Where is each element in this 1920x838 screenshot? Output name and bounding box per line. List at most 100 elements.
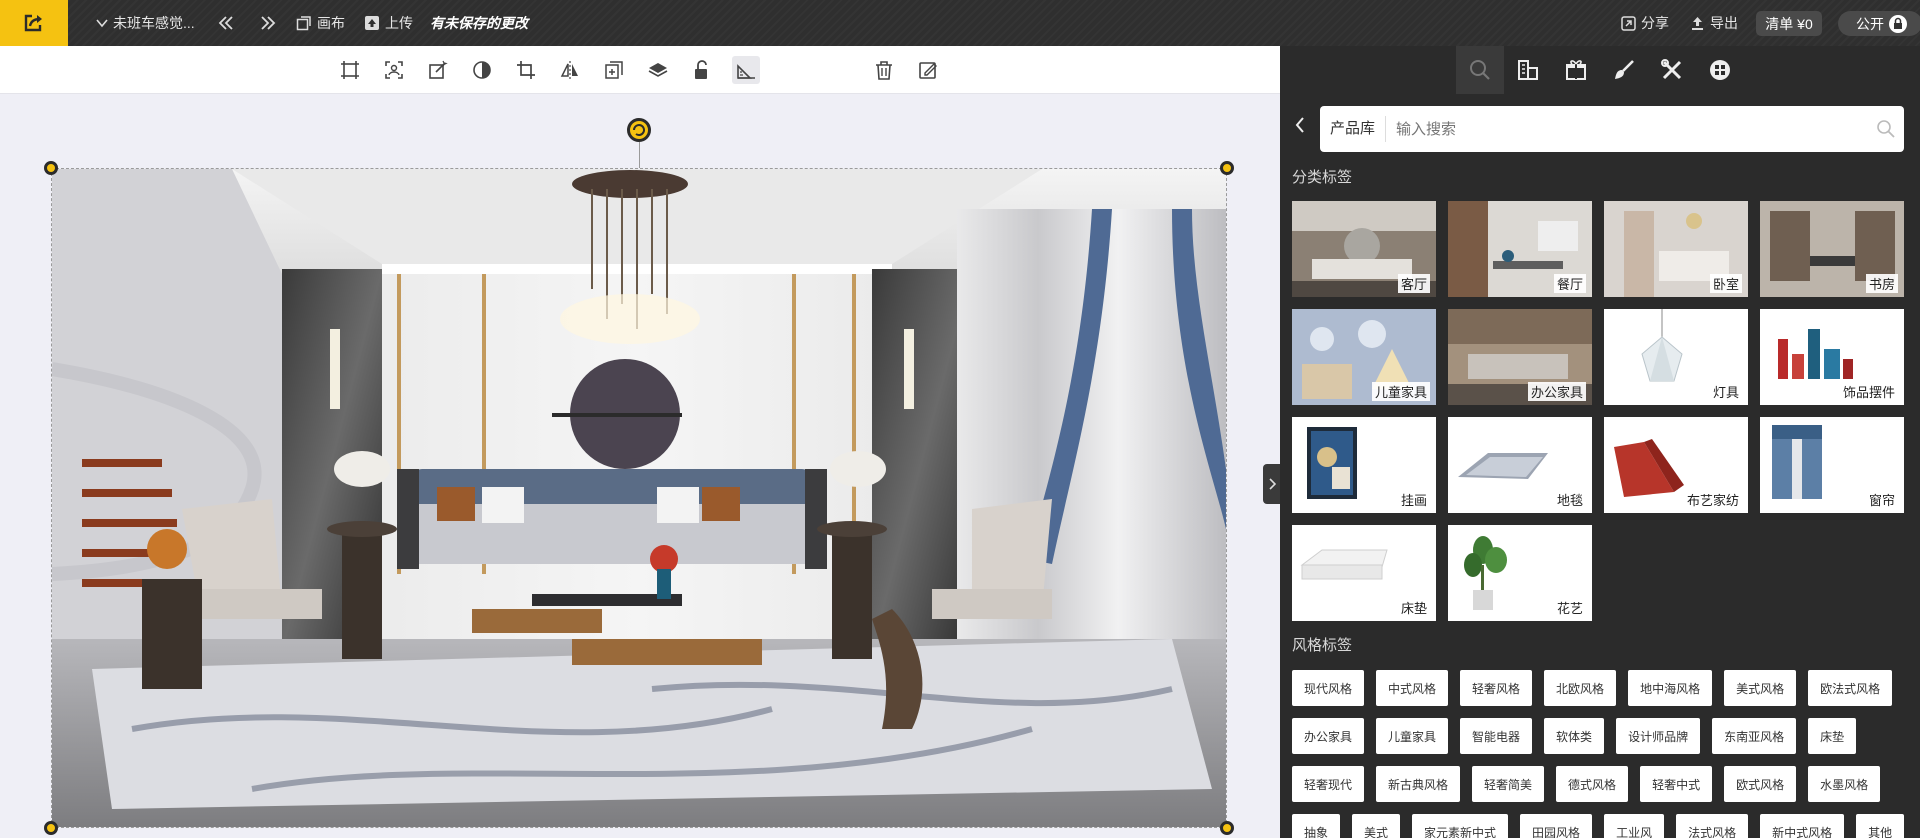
style-tag[interactable]: 轻奢简美 <box>1472 766 1545 802</box>
resize-handle-top-left[interactable] <box>44 161 58 175</box>
export-button[interactable]: 导出 <box>1690 0 1738 46</box>
collapse-panel-button[interactable] <box>1263 464 1280 504</box>
flip-button[interactable] <box>556 56 584 84</box>
category-card-mattress[interactable]: 床垫 <box>1292 525 1436 621</box>
category-card-decor[interactable]: 饰品摆件 <box>1760 309 1904 405</box>
cutout-button[interactable] <box>380 56 408 84</box>
style-tag[interactable]: 设计师品牌 <box>1616 718 1701 754</box>
canvas-button[interactable]: 画布 <box>296 0 345 46</box>
delete-button[interactable] <box>870 56 898 84</box>
upload-icon <box>365 16 379 30</box>
tag-row: 办公家具 儿童家具 智能电器 软体类 设计师品牌 东南亚风格 床垫 <box>1292 718 1908 754</box>
category-card-curtains[interactable]: 窗帘 <box>1760 417 1904 513</box>
style-tag[interactable]: 轻奢中式 <box>1640 766 1713 802</box>
unsaved-changes-text: 有未保存的更改 <box>430 0 528 46</box>
selected-image[interactable] <box>51 168 1227 828</box>
product-panel: 产品库 分类标签 客厅 餐厅 卧室 书房 儿童家具 <box>1280 46 1920 838</box>
project-name-dropdown[interactable]: 未班车感觉... <box>96 0 195 46</box>
style-tag[interactable]: 抽象 <box>1292 814 1341 838</box>
note-button[interactable] <box>914 56 942 84</box>
category-card-kids-furniture[interactable]: 儿童家具 <box>1292 309 1436 405</box>
contrast-button[interactable] <box>468 56 496 84</box>
unlock-button[interactable] <box>688 56 716 84</box>
style-tag[interactable]: 北欧风格 <box>1544 670 1617 706</box>
export-icon <box>1692 16 1703 30</box>
category-card-office-furniture[interactable]: 办公家具 <box>1448 309 1592 405</box>
style-tag[interactable]: 地中海风格 <box>1628 670 1713 706</box>
category-card-study[interactable]: 书房 <box>1760 201 1904 297</box>
undo-icon <box>218 16 233 30</box>
search-input[interactable] <box>1386 109 1868 149</box>
style-tag[interactable]: 工业风 <box>1604 814 1665 838</box>
visibility-toggle[interactable]: 公开 <box>1838 11 1920 36</box>
category-card-bedroom[interactable]: 卧室 <box>1604 201 1748 297</box>
tab-search[interactable] <box>1456 46 1504 94</box>
library-selector[interactable]: 产品库 <box>1320 116 1387 142</box>
style-tag[interactable]: 田园风格 <box>1520 814 1593 838</box>
style-tag[interactable]: 东南亚风格 <box>1712 718 1797 754</box>
style-tag[interactable]: 床垫 <box>1808 718 1857 754</box>
duplicate-button[interactable] <box>600 56 628 84</box>
gift-icon <box>1566 60 1586 80</box>
category-label: 书房 <box>1865 274 1898 293</box>
back-button[interactable] <box>1288 112 1312 138</box>
style-tag[interactable]: 德式风格 <box>1556 766 1629 802</box>
style-tag[interactable]: 新古典风格 <box>1376 766 1461 802</box>
category-label: 儿童家具 <box>1371 382 1430 401</box>
style-tag[interactable]: 儿童家具 <box>1376 718 1449 754</box>
tab-brush[interactable] <box>1600 46 1648 94</box>
category-card-wall-art[interactable]: 挂画 <box>1292 417 1436 513</box>
category-card-textiles[interactable]: 布艺家纺 <box>1604 417 1748 513</box>
style-tag[interactable]: 中式风格 <box>1376 670 1449 706</box>
style-tag[interactable]: 办公家具 <box>1292 718 1365 754</box>
share-button[interactable]: 分享 <box>1621 0 1669 46</box>
style-tag[interactable]: 现代风格 <box>1292 670 1365 706</box>
search-icon <box>1877 120 1895 138</box>
product-list-button[interactable]: 清单 ¥0 <box>1756 11 1822 36</box>
edit-toolbar <box>0 46 1280 94</box>
redo-icon <box>261 16 276 30</box>
style-tag[interactable]: 其他 <box>1856 814 1905 838</box>
category-grid: 客厅 餐厅 卧室 书房 儿童家具 办公家具 灯具 饰品摆件 挂画 地毯 布艺家纺… <box>1292 201 1920 621</box>
category-card-floral[interactable]: 花艺 <box>1448 525 1592 621</box>
tab-gift[interactable] <box>1552 46 1600 94</box>
category-card-living-room[interactable]: 客厅 <box>1292 201 1436 297</box>
category-card-rugs[interactable]: 地毯 <box>1448 417 1592 513</box>
magic-edit-button[interactable] <box>424 56 452 84</box>
search-submit-button[interactable] <box>1868 119 1904 139</box>
style-tag[interactable]: 法式风格 <box>1676 814 1749 838</box>
select-frame-button[interactable] <box>336 56 364 84</box>
chevron-right-icon <box>1268 478 1276 490</box>
style-tag[interactable]: 新中式风格 <box>1760 814 1845 838</box>
crop-button[interactable] <box>512 56 540 84</box>
style-tag[interactable]: 欧式风格 <box>1724 766 1797 802</box>
style-tag[interactable]: 智能电器 <box>1460 718 1533 754</box>
magic-edit-icon <box>429 60 448 79</box>
resize-handle-top-right[interactable] <box>1220 161 1234 175</box>
resize-handle-bottom-right[interactable] <box>1220 821 1234 835</box>
category-card-dining-room[interactable]: 餐厅 <box>1448 201 1592 297</box>
category-label: 餐厅 <box>1553 274 1586 293</box>
style-tag[interactable]: 家元素新中式 <box>1412 814 1509 838</box>
exit-button[interactable] <box>0 0 68 46</box>
redo-button[interactable] <box>256 0 276 46</box>
style-tag[interactable]: 美式 <box>1352 814 1401 838</box>
tag-row: 轻奢现代 新古典风格 轻奢简美 德式风格 轻奢中式 欧式风格 水墨风格 <box>1292 766 1908 802</box>
share-icon <box>1621 15 1636 31</box>
tab-buildings[interactable] <box>1504 46 1552 94</box>
style-tag[interactable]: 欧法式风格 <box>1808 670 1893 706</box>
layers-button[interactable] <box>644 56 672 84</box>
measure-button[interactable] <box>732 56 760 84</box>
style-tag[interactable]: 软体类 <box>1544 718 1605 754</box>
rotate-handle[interactable] <box>627 118 651 142</box>
upload-button[interactable]: 上传 <box>364 0 413 46</box>
style-tag[interactable]: 轻奢现代 <box>1292 766 1365 802</box>
resize-handle-bottom-left[interactable] <box>44 821 58 835</box>
category-card-lighting[interactable]: 灯具 <box>1604 309 1748 405</box>
tab-tools[interactable] <box>1648 46 1696 94</box>
style-tag[interactable]: 美式风格 <box>1724 670 1797 706</box>
undo-button[interactable] <box>218 0 238 46</box>
style-tag[interactable]: 轻奢风格 <box>1460 670 1533 706</box>
tab-more[interactable] <box>1696 46 1744 94</box>
style-tag[interactable]: 水墨风格 <box>1808 766 1881 802</box>
